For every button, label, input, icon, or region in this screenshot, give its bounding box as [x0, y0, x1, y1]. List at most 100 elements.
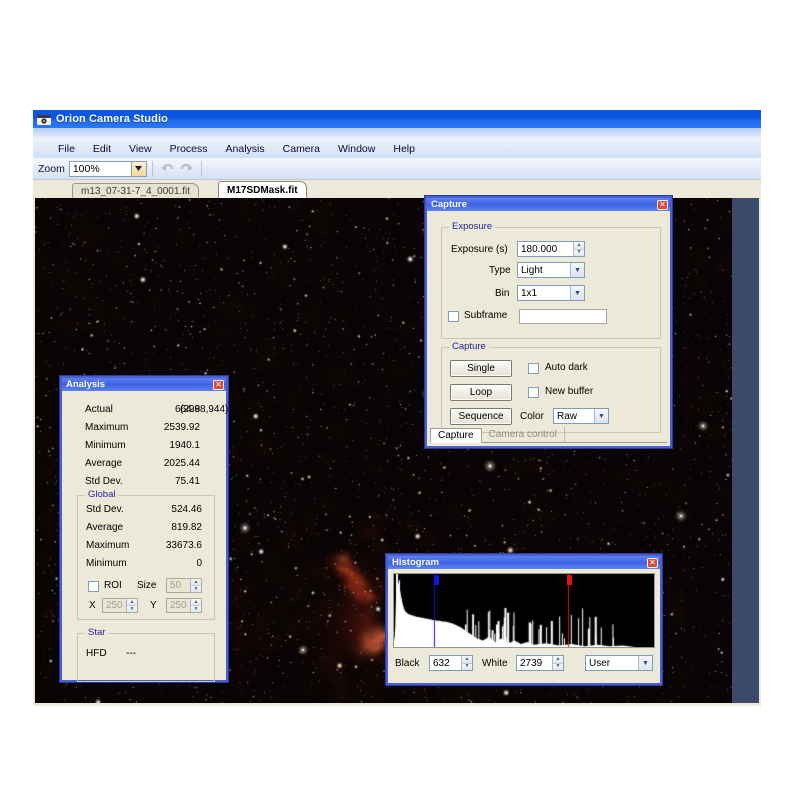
black-stepper[interactable]: 632 ▲ ▼	[429, 655, 473, 671]
minimum-value: 1940.1	[169, 440, 200, 451]
sequence-button[interactable]: Sequence	[450, 408, 512, 425]
auto-dark-checkbox[interactable]	[528, 363, 539, 374]
white-value: 2739	[520, 657, 543, 669]
global-average-value: 819.82	[171, 522, 202, 533]
size-stepper[interactable]: 50 ▲ ▼	[166, 578, 202, 593]
x-stepper[interactable]: 250 ▲ ▼	[102, 598, 138, 613]
white-stepper[interactable]: 2739 ▲ ▼	[516, 655, 564, 671]
document-tab-m17[interactable]: M17SDMask.fit	[218, 181, 307, 198]
stddev-label: Std Dev.	[85, 476, 123, 487]
color-value: Raw	[557, 410, 578, 422]
subframe-checkbox[interactable]	[448, 311, 459, 322]
close-icon[interactable]: ✕	[647, 557, 658, 568]
menu-item-window[interactable]: Window	[329, 142, 384, 156]
size-value: 50	[170, 580, 182, 591]
exposure-stepper[interactable]: 180.000 ▲ ▼	[517, 241, 585, 257]
close-icon[interactable]: ✕	[213, 379, 224, 390]
capture-dialog[interactable]: Capture ✕ Exposure Exposure (s) 180.000 …	[425, 196, 672, 448]
undo-icon[interactable]	[159, 160, 176, 177]
exposure-value: 180.000	[521, 243, 558, 255]
global-minimum-value: 0	[196, 558, 202, 569]
menu-item-file[interactable]: File	[49, 142, 84, 156]
toolbar-separator-2	[200, 160, 202, 177]
menu-bar: File Edit View Process Analysis Camera W…	[33, 140, 761, 158]
analysis-title: Analysis	[66, 379, 106, 390]
capture-title: Capture	[431, 199, 467, 210]
new-buffer-checkbox[interactable]	[528, 387, 539, 398]
histogram-titlebar[interactable]: Histogram ✕	[388, 556, 660, 569]
actual-coordinates: (2988,944)	[180, 404, 229, 415]
zoom-label: Zoom	[38, 162, 65, 175]
type-select[interactable]: Light ▼	[517, 262, 585, 278]
redo-icon[interactable]	[178, 160, 195, 177]
zoom-value: 100%	[72, 162, 100, 175]
global-group-caption: Global	[85, 489, 119, 500]
chevron-down-icon[interactable]: ▼	[570, 263, 584, 277]
actual-label: Actual	[85, 404, 113, 415]
window-titlebar: Orion Camera Studio	[33, 110, 761, 128]
black-point-marker[interactable]	[433, 575, 439, 585]
y-spin-buttons[interactable]: ▲ ▼	[190, 599, 201, 612]
capture-titlebar[interactable]: Capture ✕	[427, 198, 670, 211]
menu-item-view[interactable]: View	[120, 142, 161, 156]
hfd-label: HFD	[86, 648, 107, 659]
black-spin-buttons[interactable]: ▲ ▼	[461, 656, 472, 670]
capture-body: Exposure Exposure (s) 180.000 ▲ ▼ Type Li…	[427, 211, 670, 446]
chevron-down-icon[interactable]	[130, 161, 146, 176]
close-icon[interactable]: ✕	[657, 199, 668, 210]
white-point-marker[interactable]	[566, 575, 572, 585]
analysis-titlebar[interactable]: Analysis ✕	[62, 378, 226, 391]
roi-checkbox[interactable]	[88, 581, 99, 592]
color-label: Color	[520, 411, 544, 422]
subframe-input[interactable]	[519, 309, 607, 324]
roi-label: ROI	[104, 580, 122, 591]
bin-label: Bin	[495, 288, 510, 299]
menu-item-help[interactable]: Help	[384, 142, 424, 156]
exposure-group-caption: Exposure	[449, 221, 496, 232]
subframe-label: Subframe	[464, 310, 508, 321]
histogram-body: Black 632 ▲ ▼ White 2739 ▲ ▼ User ▼	[388, 569, 660, 683]
stretch-mode-select[interactable]: User ▼	[585, 655, 653, 671]
hfd-value: ---	[126, 648, 136, 659]
color-select[interactable]: Raw ▼	[553, 408, 609, 424]
document-tab-m13[interactable]: m13_07-31-7_4_0001.fit	[72, 183, 199, 198]
menu-item-edit[interactable]: Edit	[84, 142, 120, 156]
histogram-dialog[interactable]: Histogram ✕ Black 632 ▲ ▼ White 2739 ▲ ▼ U…	[386, 554, 662, 685]
stretch-mode-value: User	[589, 657, 611, 669]
chevron-down-icon[interactable]: ▼	[638, 656, 652, 670]
size-spin-buttons[interactable]: ▲ ▼	[190, 579, 201, 592]
histogram-plot[interactable]	[393, 573, 655, 648]
x-value: 250	[106, 600, 123, 611]
minimum-label: Minimum	[85, 440, 126, 451]
white-spin-buttons[interactable]: ▲ ▼	[552, 656, 563, 670]
exposure-spin-buttons[interactable]: ▲ ▼	[573, 242, 584, 256]
tab-capture[interactable]: Capture	[430, 428, 482, 443]
global-stddev-label: Std Dev.	[86, 504, 124, 515]
y-stepper[interactable]: 250 ▲ ▼	[166, 598, 202, 613]
loop-button[interactable]: Loop	[450, 384, 512, 401]
auto-dark-label: Auto dark	[545, 362, 588, 373]
capture-group-caption: Capture	[449, 341, 489, 352]
bin-value: 1x1	[521, 287, 538, 299]
type-value: Light	[521, 264, 543, 276]
x-spin-buttons[interactable]: ▲ ▼	[126, 599, 137, 612]
new-buffer-label: New buffer	[545, 386, 594, 397]
menu-item-analysis[interactable]: Analysis	[217, 142, 274, 156]
histogram-title: Histogram	[392, 557, 439, 568]
exposure-label: Exposure (s)	[451, 244, 508, 255]
chevron-down-icon[interactable]: ▼	[570, 286, 584, 300]
menu-item-process[interactable]: Process	[161, 142, 217, 156]
maximum-value: 2539.92	[163, 422, 200, 433]
toolbar-separator	[151, 160, 153, 177]
tab-camera-control[interactable]: Camera control	[482, 427, 565, 442]
toolbar: Zoom 100%	[33, 158, 761, 180]
type-label: Type	[489, 265, 511, 276]
single-button[interactable]: Single	[450, 360, 512, 377]
chevron-down-icon[interactable]: ▼	[594, 409, 608, 423]
average-label: Average	[85, 458, 123, 469]
menu-item-camera[interactable]: Camera	[274, 142, 329, 156]
analysis-body: Actual 664.9 (2988,944) Maximum 2539.92 …	[62, 391, 229, 682]
zoom-combo[interactable]: 100%	[68, 160, 147, 177]
bin-select[interactable]: 1x1 ▼	[517, 285, 585, 301]
analysis-dialog[interactable]: Analysis ✕ Actual 664.9 (2988,944) Maxim…	[60, 376, 228, 682]
